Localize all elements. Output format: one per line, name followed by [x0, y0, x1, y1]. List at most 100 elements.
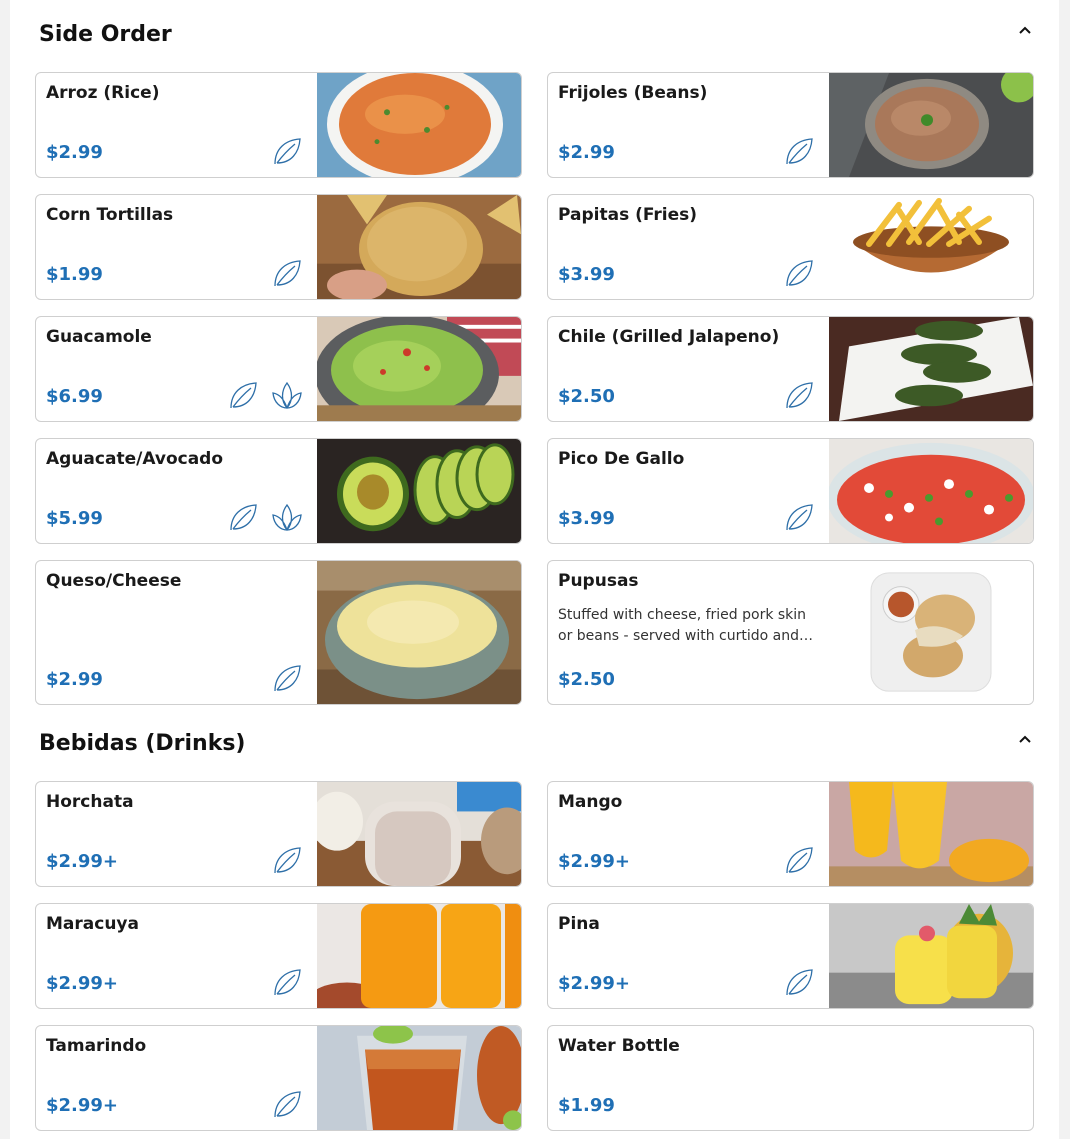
leaf-icon [786, 847, 813, 874]
item-name: Guacamole [46, 327, 152, 347]
diet-icons [783, 501, 815, 533]
menu-item-card[interactable]: Frijoles (Beans) $2.99 [547, 72, 1034, 178]
item-image [829, 439, 1033, 543]
leaf-icon [786, 504, 813, 531]
item-name: Maracuya [46, 914, 139, 934]
item-name: Tamarindo [46, 1036, 147, 1056]
leaf-icon [274, 260, 301, 287]
item-price: $2.99+ [46, 973, 119, 994]
diet-icons [271, 257, 303, 289]
menu-item-card[interactable]: Queso/Cheese $2.99 [35, 560, 522, 705]
menu-item-card[interactable]: Maracuya $2.99+ [35, 903, 522, 1009]
item-image [317, 782, 521, 886]
item-price: $2.50 [558, 669, 615, 690]
item-price: $2.99+ [558, 851, 631, 872]
item-description: Stuffed with cheese, fried pork skin or … [558, 607, 813, 644]
sprout-icon [272, 381, 302, 409]
item-name: Arroz (Rice) [46, 83, 160, 103]
section-title: Side Order [39, 22, 172, 47]
item-name: Horchata [46, 792, 134, 812]
item-price: $2.99+ [46, 851, 119, 872]
item-price: $1.99 [558, 1095, 615, 1116]
diet-icons [783, 135, 815, 167]
item-image [829, 782, 1033, 886]
item-image [317, 561, 521, 704]
leaf-icon [786, 382, 813, 409]
diet-icons [783, 844, 815, 876]
item-image [317, 317, 521, 421]
leaf-icon [786, 969, 813, 996]
leaf-icon [274, 665, 301, 692]
menu-item-card[interactable]: Pina $2.99+ [547, 903, 1034, 1009]
item-name: Water Bottle [558, 1036, 680, 1056]
item-name: Queso/Cheese [46, 571, 182, 591]
menu-item-card[interactable]: Papitas (Fries) $3.99 [547, 194, 1034, 300]
item-price: $3.99 [558, 264, 615, 285]
diet-icons [271, 844, 303, 876]
diet-icons [783, 379, 815, 411]
diet-icons [783, 257, 815, 289]
item-image [829, 73, 1033, 177]
item-name: Corn Tortillas [46, 205, 174, 225]
menu-item-card[interactable]: Pupusas Stuffed with cheese, fried pork … [547, 560, 1034, 705]
item-name: Pina [558, 914, 600, 934]
item-price: $2.99+ [46, 1095, 119, 1116]
diet-icons [271, 1088, 303, 1120]
item-price: $2.99 [46, 142, 103, 163]
menu-item-card[interactable]: Arroz (Rice) $2.99 [35, 72, 522, 178]
sprout-icon [272, 503, 302, 531]
item-image [829, 904, 1033, 1008]
item-name: Aguacate/Avocado [46, 449, 224, 469]
item-price: $2.99 [558, 142, 615, 163]
item-image [829, 317, 1033, 421]
menu-item-card[interactable]: Corn Tortillas $1.99 [35, 194, 522, 300]
item-price: $2.50 [558, 386, 615, 407]
chevron-up-icon [1019, 26, 1031, 34]
item-name: Pico De Gallo [558, 449, 685, 469]
item-price: $3.99 [558, 508, 615, 529]
chevron-up-icon [1019, 735, 1031, 743]
item-image [829, 561, 1033, 704]
item-name: Frijoles (Beans) [558, 83, 708, 103]
diet-icons [227, 501, 303, 533]
leaf-icon [274, 1091, 301, 1118]
item-name: Pupusas [558, 571, 639, 591]
menu-item-card[interactable]: Chile (Grilled Jalapeno) $2.50 [547, 316, 1034, 422]
leaf-icon [786, 260, 813, 287]
item-price: $2.99 [46, 669, 103, 690]
leaf-icon [274, 847, 301, 874]
menu-item-card[interactable]: Guacamole $6.99 [35, 316, 522, 422]
leaf-icon [230, 382, 257, 409]
section-header-drinks: Bebidas (Drinks) [10, 709, 1059, 759]
item-price: $6.99 [46, 386, 103, 407]
menu-item-card[interactable]: Pico De Gallo $3.99 [547, 438, 1034, 544]
menu-item-card[interactable]: Water Bottle $1.99 [547, 1025, 1034, 1131]
item-price: $2.99+ [558, 973, 631, 994]
leaf-icon [230, 504, 257, 531]
leaf-icon [274, 969, 301, 996]
diet-icons [783, 966, 815, 998]
menu-item-card[interactable]: Aguacate/Avocado $5.99 [35, 438, 522, 544]
leaf-icon [274, 138, 301, 165]
collapse-button[interactable] [1015, 729, 1035, 749]
section-header-side-order: Side Order [10, 0, 1059, 50]
menu-page: Side Order Arroz (Rice) $2.99 Frijoles (… [10, 0, 1059, 1139]
leaf-icon [786, 138, 813, 165]
item-image [317, 1026, 521, 1130]
menu-item-card[interactable]: Horchata $2.99+ [35, 781, 522, 887]
menu-item-card[interactable]: Mango $2.99+ [547, 781, 1034, 887]
item-image [829, 195, 1033, 299]
item-name: Papitas (Fries) [558, 205, 698, 225]
diet-icons [227, 379, 303, 411]
item-image [317, 195, 521, 299]
collapse-button[interactable] [1015, 20, 1035, 40]
item-image [317, 904, 521, 1008]
item-name: Chile (Grilled Jalapeno) [558, 327, 780, 347]
item-image [317, 439, 521, 543]
diet-icons [271, 966, 303, 998]
item-image [317, 73, 521, 177]
item-price: $5.99 [46, 508, 103, 529]
menu-item-card[interactable]: Tamarindo $2.99+ [35, 1025, 522, 1131]
diet-icons [271, 662, 303, 694]
section-title: Bebidas (Drinks) [39, 731, 246, 756]
